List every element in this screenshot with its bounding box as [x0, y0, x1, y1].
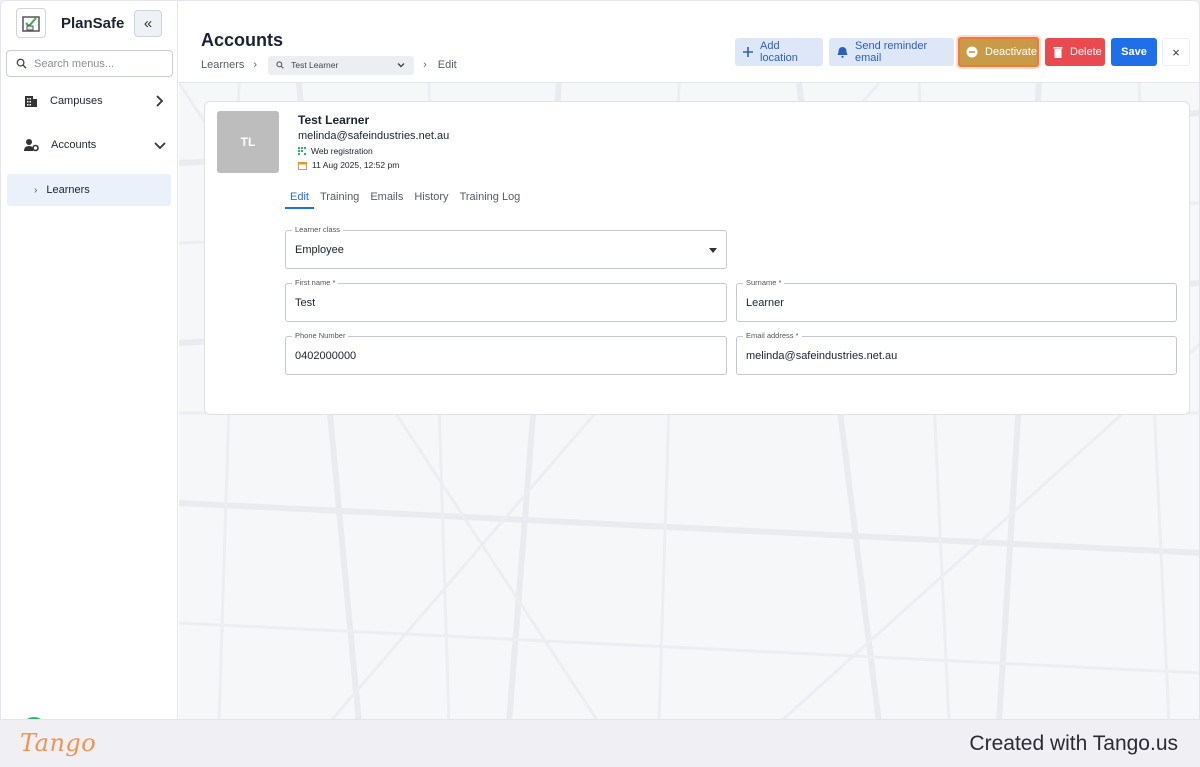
bell-icon: [837, 46, 848, 58]
sidebar-item-label: Campuses: [50, 95, 103, 107]
send-reminder-button[interactable]: Send reminder email: [829, 38, 954, 66]
plus-icon: [743, 47, 753, 57]
created-with-tango: Created with Tango.us: [969, 732, 1178, 755]
building-icon: [25, 96, 37, 107]
search-icon: [16, 58, 27, 69]
sidebar-item-label: Learners: [46, 184, 90, 196]
avatar: TL: [217, 111, 279, 173]
learner-class-select[interactable]: Learner class Employee: [285, 225, 727, 269]
sidebar-item-campuses[interactable]: Campuses: [1, 83, 178, 119]
learner-email: melinda@safeindustries.net.au: [298, 130, 450, 142]
grid-dots-icon: [298, 147, 306, 155]
page-header: Accounts Learners › Test Learner › Edit: [179, 1, 1199, 83]
learner-class-label: Learner class: [292, 225, 344, 234]
first-name-value: Test: [295, 297, 316, 309]
first-name-field[interactable]: First name * Test: [285, 278, 727, 322]
double-chevron-left-icon: «: [143, 15, 153, 32]
breadcrumb-separator-icon: ›: [253, 59, 258, 71]
delete-label: Delete: [1070, 46, 1102, 58]
learner-selector-value: Test Learner: [291, 60, 339, 70]
page-title: Accounts: [201, 30, 284, 50]
sidebar-item-accounts[interactable]: Accounts: [1, 127, 178, 163]
tab-training-log[interactable]: Training Log: [455, 191, 526, 209]
created-date: 11 Aug 2025, 12:52 pm: [312, 160, 400, 170]
main-content: Accounts Learners › Test Learner › Edit: [179, 1, 1199, 719]
date-info: 11 Aug 2025, 12:52 pm: [298, 159, 399, 171]
breadcrumb-current: Edit: [437, 59, 457, 71]
tab-training[interactable]: Training: [315, 191, 364, 209]
phone-number-field[interactable]: Phone Number 0402000000: [285, 331, 727, 375]
calendar-icon: [298, 161, 307, 170]
add-location-button[interactable]: Add location: [735, 38, 823, 66]
dropdown-caret-icon: [709, 248, 717, 253]
breadcrumb: Learners › Test Learner › Edit: [201, 55, 457, 75]
sidebar-item-learners[interactable]: › Learners: [7, 174, 171, 206]
minus-circle-icon: [966, 46, 978, 58]
registration-label: Web registration: [311, 146, 373, 156]
phone-number-label: Phone Number: [292, 331, 349, 340]
app-window: PlanSafe « Campuses: [0, 0, 1200, 720]
tab-edit[interactable]: Edit: [285, 191, 314, 209]
email-field[interactable]: Email address * melinda@safeindustries.n…: [736, 331, 1177, 375]
breadcrumb-learners-link[interactable]: Learners: [201, 59, 244, 71]
learner-selector[interactable]: Test Learner: [268, 55, 415, 75]
surname-label: Surname *: [743, 278, 785, 287]
chevron-right-icon: [156, 95, 164, 107]
deactivate-label: Deactivate: [985, 46, 1037, 58]
registration-info: Web registration: [298, 145, 373, 157]
learner-card: TL Test Learner melinda@safeindustries.n…: [204, 101, 1190, 415]
tab-emails[interactable]: Emails: [365, 191, 408, 209]
brand-name: PlanSafe: [61, 15, 125, 32]
email-value: melinda@safeindustries.net.au: [746, 350, 898, 362]
tab-bar: Edit Training Emails History Training Lo…: [285, 191, 526, 209]
phone-number-value: 0402000000: [295, 350, 357, 362]
email-label: Email address *: [743, 331, 802, 340]
surname-value: Learner: [746, 297, 784, 309]
deactivate-button[interactable]: Deactivate: [958, 37, 1039, 67]
send-reminder-label: Send reminder email: [855, 40, 928, 64]
collapse-sidebar-button[interactable]: «: [134, 10, 162, 37]
sidebar: PlanSafe « Campuses: [1, 1, 178, 719]
chevron-down-icon: [397, 62, 405, 67]
close-icon[interactable]: ×: [1162, 38, 1190, 66]
search-icon: [276, 61, 284, 69]
plansafe-logo-icon[interactable]: [16, 8, 46, 38]
chevron-right-small-icon: ›: [34, 184, 38, 196]
learner-name: Test Learner: [298, 113, 370, 127]
first-name-label: First name *: [292, 278, 339, 287]
sidebar-item-label: Accounts: [51, 139, 97, 151]
surname-field[interactable]: Surname * Learner: [736, 278, 1177, 322]
search-input[interactable]: [34, 57, 164, 70]
users-gear-icon: [24, 139, 39, 152]
tab-history[interactable]: History: [409, 191, 453, 209]
trash-icon: [1053, 46, 1063, 58]
save-button[interactable]: Save: [1111, 38, 1157, 66]
add-location-label: Add location: [760, 40, 798, 64]
learner-class-value: Employee: [295, 244, 344, 256]
delete-button[interactable]: Delete: [1045, 38, 1105, 66]
tango-logo: Tango: [20, 729, 97, 757]
menu-search[interactable]: [6, 50, 173, 77]
chevron-down-icon: [154, 142, 166, 150]
breadcrumb-separator-icon: ›: [423, 59, 427, 71]
